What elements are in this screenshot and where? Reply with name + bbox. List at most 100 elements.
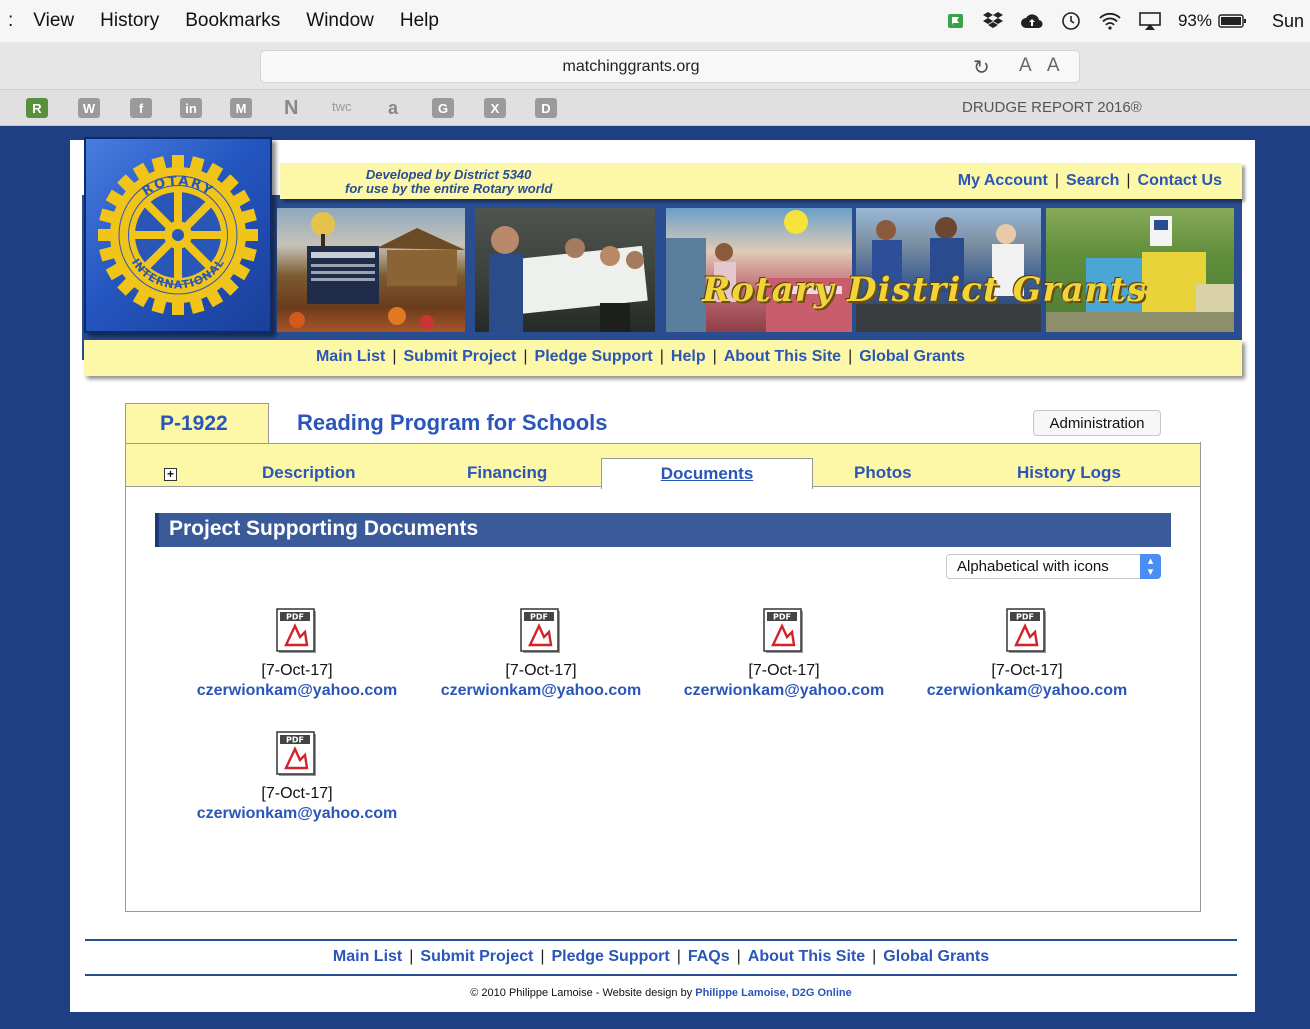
my-account-link[interactable]: My Account xyxy=(958,172,1048,189)
bookmark-n[interactable]: N xyxy=(280,97,302,119)
footer-about-this-site[interactable]: About This Site xyxy=(748,948,865,965)
document-uploader-link[interactable]: czerwionkam@yahoo.com xyxy=(421,680,661,702)
reload-icon[interactable]: ↻ xyxy=(973,55,990,80)
document-date: [7-Oct-17] xyxy=(261,662,333,679)
document-item[interactable]: PDF [7-Oct-17] czerwionkam@yahoo.com xyxy=(421,607,661,702)
footer-main-list[interactable]: Main List xyxy=(333,948,402,965)
bookmark-twc[interactable]: twc xyxy=(332,99,352,114)
menu-bar: : View History Bookmarks Window Help 93%… xyxy=(0,0,1310,42)
document-item[interactable]: PDF [7-Oct-17] czerwionkam@yahoo.com xyxy=(177,607,417,702)
cloud-upload-icon[interactable] xyxy=(1020,11,1044,31)
footer-faqs[interactable]: FAQs xyxy=(688,948,730,965)
banner-photo-check xyxy=(475,208,655,332)
nav-help[interactable]: Help xyxy=(671,348,706,365)
url-text[interactable]: matchinggrants.org xyxy=(261,58,1001,76)
footer-pledge-support[interactable]: Pledge Support xyxy=(551,948,669,965)
tagline-line-1: Developed by District 5340 xyxy=(365,167,532,182)
text-size-icon[interactable]: A A xyxy=(1019,55,1066,77)
document-uploader-link[interactable]: czerwionkam@yahoo.com xyxy=(177,680,417,702)
footer-divider-bottom xyxy=(85,974,1237,976)
pdf-icon[interactable]: PDF xyxy=(276,730,318,778)
bookmark-x[interactable]: X xyxy=(484,98,506,118)
bookmark-g[interactable]: G xyxy=(432,98,454,118)
rotary-logo[interactable]: ROTARY INTERNATIONAL xyxy=(84,137,272,333)
bookmark-facebook[interactable]: f xyxy=(130,98,152,118)
document-date: [7-Oct-17] xyxy=(261,785,333,802)
time-machine-icon[interactable] xyxy=(1060,10,1082,32)
menu-window[interactable]: Window xyxy=(306,10,374,32)
battery-icon[interactable] xyxy=(1218,13,1248,29)
nav-pledge-support[interactable]: Pledge Support xyxy=(535,348,653,365)
main-nav: Main List | Submit Project | Pledge Support |… xyxy=(84,340,1242,376)
check-presentation-image xyxy=(489,226,648,332)
pdf-icon[interactable]: PDF xyxy=(763,607,805,655)
section-header: Project Supporting Documents xyxy=(155,513,1171,547)
search-link[interactable]: Search xyxy=(1066,172,1119,189)
svg-text:PDF: PDF xyxy=(286,613,304,622)
tab-photos[interactable]: Photos xyxy=(854,463,912,483)
flag-app-icon[interactable] xyxy=(946,11,966,31)
tagline: Developed by District 5340 for use by th… xyxy=(345,168,552,196)
banner-photo-village xyxy=(277,208,465,332)
document-date: [7-Oct-17] xyxy=(748,662,820,679)
nav-about-this-site[interactable]: About This Site xyxy=(724,348,841,365)
tagline-bar: Developed by District 5340 for use by th… xyxy=(280,163,1242,199)
footer-submit-project[interactable]: Submit Project xyxy=(420,948,533,965)
top-links: My Account | Search | Contact Us xyxy=(957,172,1222,189)
administration-button[interactable]: Administration xyxy=(1033,410,1161,436)
sort-select[interactable]: Alphabetical with icons ▴ ▾ xyxy=(946,554,1161,579)
document-date: [7-Oct-17] xyxy=(505,662,577,679)
menu-bookmarks[interactable]: Bookmarks xyxy=(185,10,280,32)
tab-description[interactable]: Description xyxy=(262,463,356,483)
nav-global-grants[interactable]: Global Grants xyxy=(859,348,965,365)
village-sign-image xyxy=(289,212,465,329)
menu-help[interactable]: Help xyxy=(400,10,439,32)
tab-documents[interactable]: Documents xyxy=(601,458,813,489)
bookmark-drudge-report[interactable]: DRUDGE REPORT 2016® xyxy=(962,99,1142,116)
document-item[interactable]: PDF [7-Oct-17] czerwionkam@yahoo.com xyxy=(177,730,417,825)
copyright: © 2010 Philippe Lamoise - Website design… xyxy=(85,987,1237,999)
document-uploader-link[interactable]: czerwionkam@yahoo.com xyxy=(907,680,1147,702)
bookmark-r[interactable]: R xyxy=(26,98,48,118)
tab-history-logs[interactable]: History Logs xyxy=(1017,463,1121,483)
pdf-icon[interactable]: PDF xyxy=(1006,607,1048,655)
browser-toolbar: matchinggrants.org ↻ A A xyxy=(0,42,1310,90)
bookmark-w[interactable]: W xyxy=(78,98,100,118)
bookmark-linkedin[interactable]: in xyxy=(180,98,202,118)
contact-us-link[interactable]: Contact Us xyxy=(1138,172,1222,189)
footer-global-grants[interactable]: Global Grants xyxy=(883,948,989,965)
address-bar[interactable]: matchinggrants.org ↻ A A xyxy=(260,50,1080,83)
pdf-icon[interactable]: PDF xyxy=(276,607,318,655)
nav-main-list[interactable]: Main List xyxy=(316,348,385,365)
expand-icon[interactable]: + xyxy=(164,468,177,481)
project-id-tab: P-1922 xyxy=(125,403,269,448)
battery-percent: 93% xyxy=(1177,11,1212,30)
footer-nav: Main List | Submit Project | Pledge Support |… xyxy=(332,948,990,965)
bookmark-m[interactable]: M xyxy=(230,98,252,118)
banner-title: Rotary District Grants xyxy=(702,270,1148,310)
document-item[interactable]: PDF [7-Oct-17] czerwionkam@yahoo.com xyxy=(664,607,904,702)
svg-text:PDF: PDF xyxy=(286,736,304,745)
dropbox-icon[interactable] xyxy=(982,11,1004,31)
airplay-icon[interactable] xyxy=(1138,11,1162,31)
bookmarks-bar: R W f in M N twc a G X D DRUDGE REPORT 2… xyxy=(0,90,1310,126)
bookmark-d[interactable]: D xyxy=(535,98,557,118)
document-uploader-link[interactable]: czerwionkam@yahoo.com xyxy=(664,680,904,702)
bookmark-amazon[interactable]: a xyxy=(382,98,404,118)
tab-financing[interactable]: Financing xyxy=(467,463,547,483)
menu-history[interactable]: History xyxy=(100,10,159,32)
clock-day[interactable]: Sun xyxy=(1272,11,1304,32)
designer-link[interactable]: Philippe Lamoise, D2G Online xyxy=(695,987,851,999)
nav-submit-project[interactable]: Submit Project xyxy=(403,348,516,365)
svg-text:PDF: PDF xyxy=(1016,613,1034,622)
tagline-line-2: for use by the entire Rotary world xyxy=(345,181,553,196)
document-uploader-link[interactable]: czerwionkam@yahoo.com xyxy=(177,803,417,825)
project-title: Reading Program for Schools xyxy=(297,410,608,435)
sort-select-value: Alphabetical with icons xyxy=(957,558,1109,575)
pdf-icon[interactable]: PDF xyxy=(520,607,562,655)
wifi-icon[interactable] xyxy=(1098,11,1122,31)
rotary-wheel-icon: ROTARY INTERNATIONAL xyxy=(98,155,258,315)
document-item[interactable]: PDF [7-Oct-17] czerwionkam@yahoo.com xyxy=(907,607,1147,702)
tab-documents-label: Documents xyxy=(660,464,754,483)
menu-view[interactable]: View xyxy=(33,10,74,32)
